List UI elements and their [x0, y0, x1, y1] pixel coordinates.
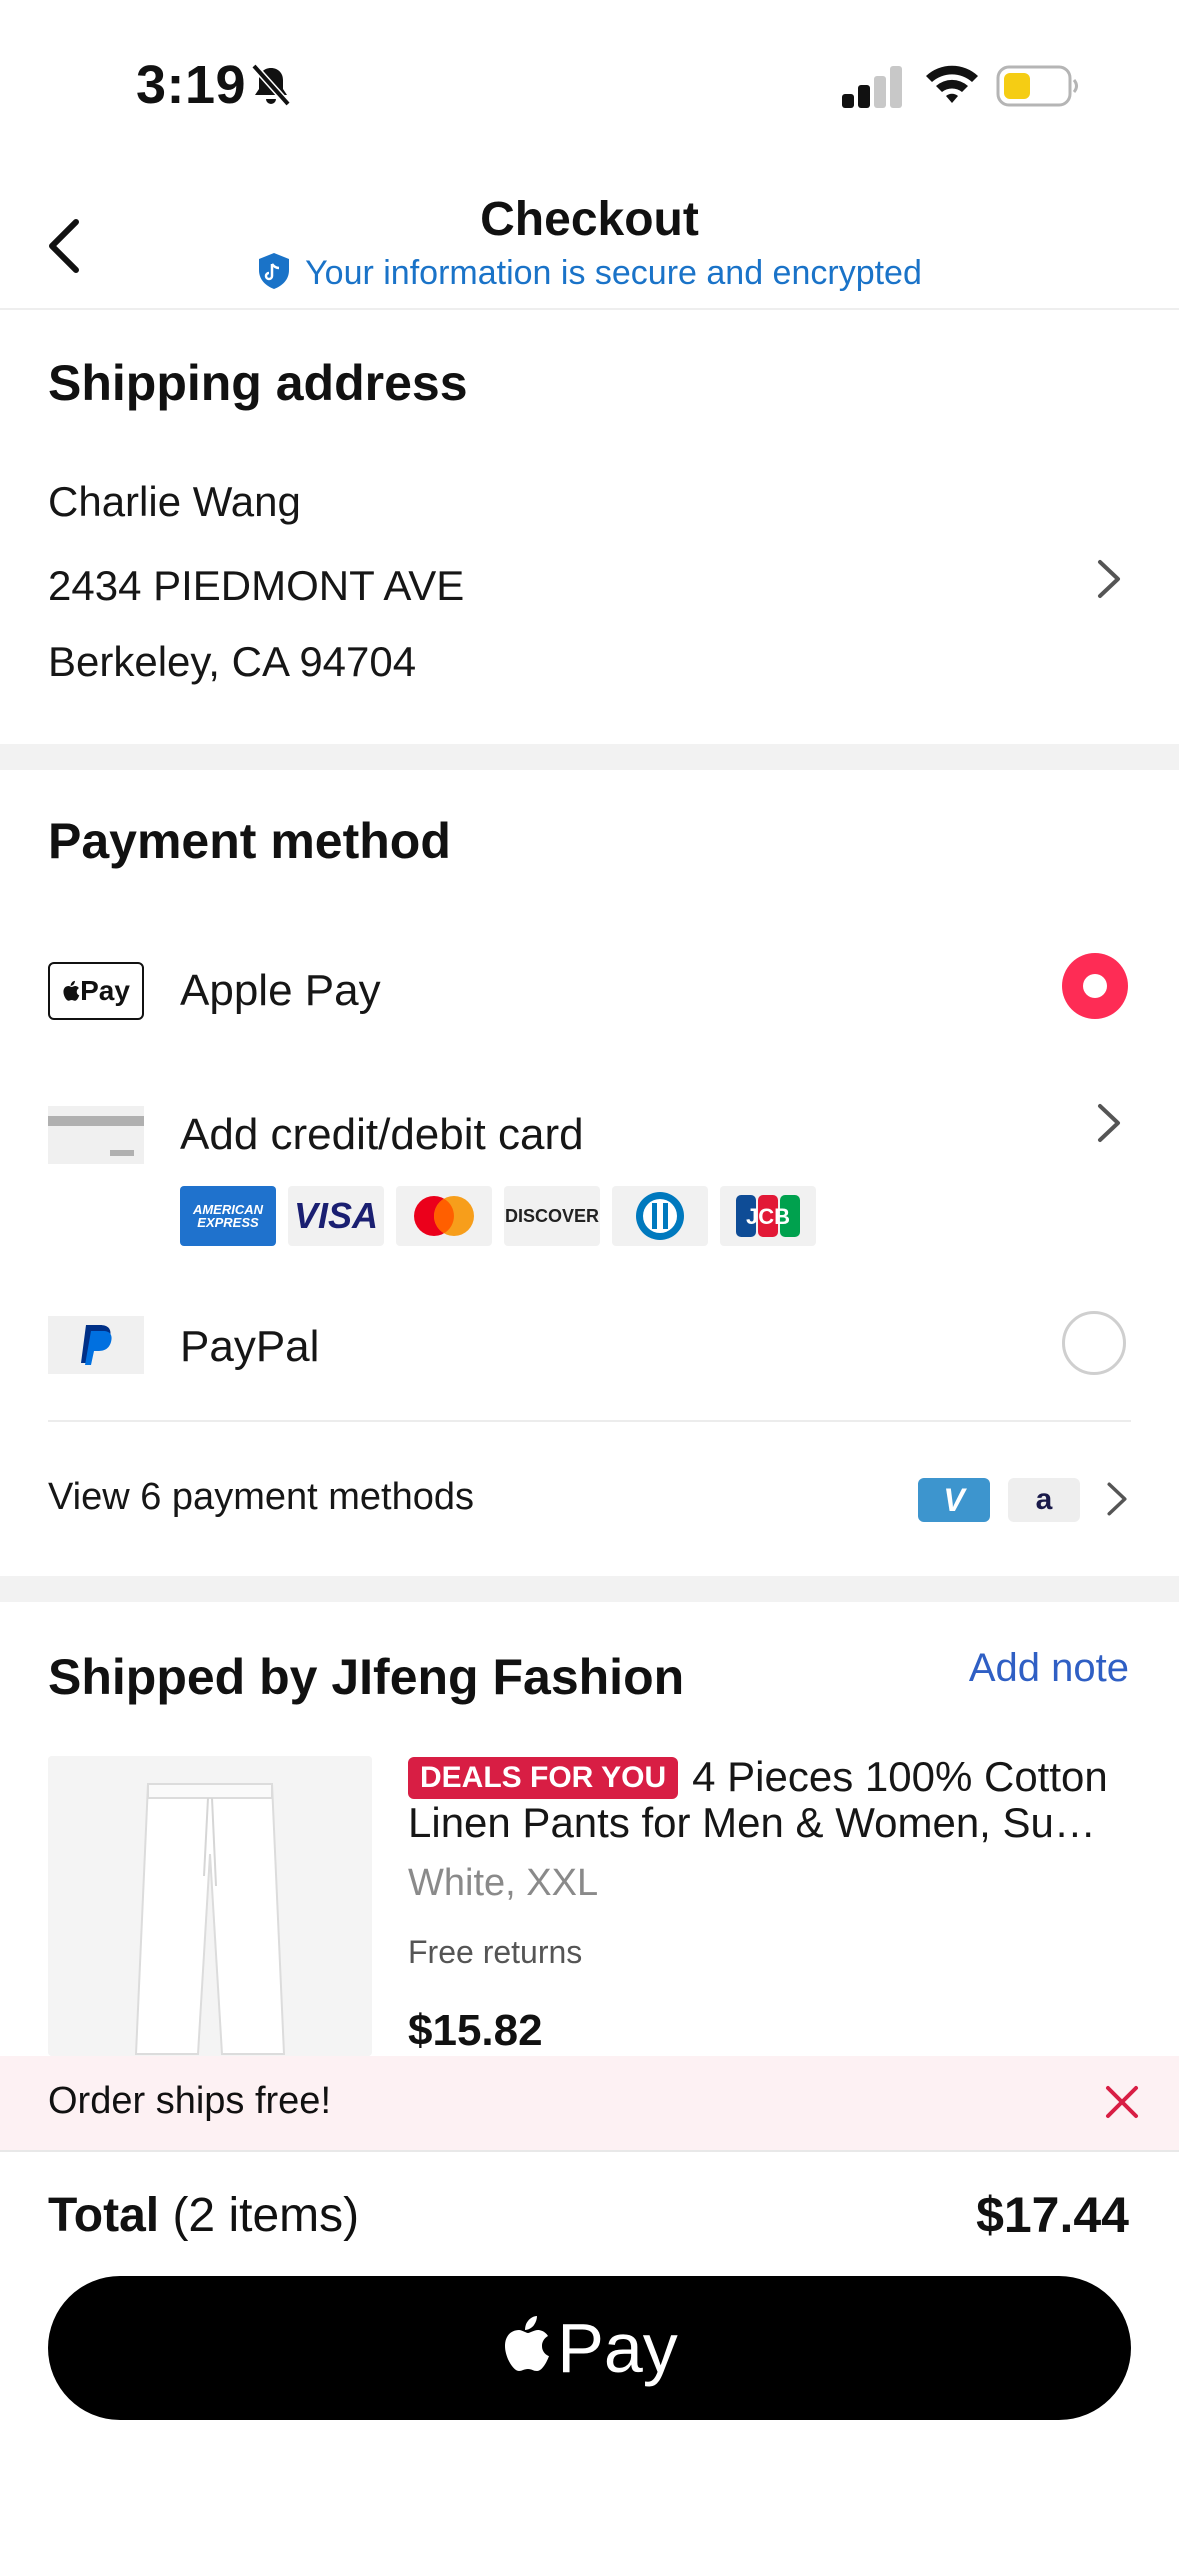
secure-text: Your information is secure and encrypted — [305, 254, 922, 292]
shield-icon — [259, 253, 290, 289]
wifi-icon — [926, 65, 978, 103]
credit-card-icon — [48, 1106, 144, 1164]
total-amount: $17.44 — [976, 2187, 1129, 2243]
diners-logo — [612, 1186, 708, 1246]
apple-pay-button[interactable]: Pay — [48, 2276, 1131, 2420]
deal-badge: DEALS FOR YOU — [408, 1757, 679, 1799]
visa-logo: VISA — [288, 1186, 384, 1246]
paypal-icon — [81, 1325, 112, 1365]
add-card-label: Add credit/debit card — [180, 1110, 584, 1159]
apple-icon — [505, 2316, 550, 2371]
free-returns-label: Free returns — [408, 1934, 583, 1970]
product-variant: White, XXL — [408, 1862, 599, 1904]
divider — [48, 1420, 1131, 1422]
total-word: Total — [48, 2189, 160, 2242]
apple-pay-logo: Pay — [48, 962, 144, 1020]
apple-pay-logo-text: Pay — [80, 975, 130, 1006]
diners-club-icon — [636, 1192, 684, 1240]
chevron-right-icon[interactable] — [1104, 1478, 1130, 1520]
affirm-text: a — [1035, 1483, 1053, 1516]
secure-notice: Your information is secure and encrypted — [0, 252, 1179, 293]
section-divider — [0, 744, 1179, 770]
paypal-label: PayPal — [180, 1322, 320, 1371]
recipient-name: Charlie Wang — [48, 478, 301, 525]
page-title: Checkout — [480, 193, 699, 246]
card-brand-logos: AMERICAN EXPRESS VISA DISCOVER JCB — [180, 1186, 816, 1246]
view-payment-methods-label: View 6 payment methods — [48, 1476, 474, 1518]
address-city: Berkeley, CA 94704 — [48, 638, 417, 685]
seller-title: Shipped by JIfeng Fashion — [48, 1649, 685, 1705]
checkout-footer: Total (2 items) $17.44 Pay — [0, 2150, 1179, 2556]
chevron-right-icon[interactable] — [1094, 556, 1124, 602]
close-icon[interactable] — [1104, 2084, 1140, 2120]
checkout-header: Checkout Your information is secure and … — [0, 170, 1179, 310]
section-divider — [0, 1576, 1179, 1602]
apple-icon — [63, 980, 80, 1001]
paypal-radio[interactable] — [1062, 1311, 1126, 1375]
total-label: Total (2 items) — [48, 2188, 359, 2243]
apple-pay-radio[interactable] — [1062, 953, 1128, 1019]
paypal-logo — [48, 1316, 144, 1374]
payment-title: Payment method — [48, 813, 451, 869]
mastercard-logo — [396, 1186, 492, 1246]
address-street: 2434 PIEDMONT AVE — [48, 562, 465, 609]
product-image — [48, 1756, 372, 2056]
ships-free-text: Order ships free! — [48, 2080, 331, 2122]
product-price: $15.82 — [408, 2006, 543, 2055]
cellular-signal-icon — [842, 66, 902, 108]
jcb-logo: JCB — [720, 1186, 816, 1246]
jcb-text: JCB — [746, 1204, 790, 1229]
jcb-blocks-icon: JCB — [736, 1195, 800, 1237]
bell-muted-icon — [251, 63, 291, 107]
status-time: 3:19 — [136, 55, 247, 115]
add-note-link[interactable]: Add note — [969, 1646, 1129, 1691]
product-title: DEALS FOR YOU 4 Pieces 100% Cotton Linen … — [408, 1754, 1138, 1846]
apple-pay-label: Apple Pay — [180, 966, 381, 1015]
ships-free-banner: Order ships free! — [0, 2056, 1179, 2150]
status-bar: 3:19 — [0, 0, 1179, 170]
battery-icon — [996, 65, 1078, 107]
discover-logo: DISCOVER — [504, 1186, 600, 1246]
mastercard-circles-icon — [414, 1196, 474, 1236]
items-count: (2 items) — [172, 2189, 360, 2242]
pants-image — [48, 1756, 372, 2056]
apple-pay-button-label: Pay — [557, 2309, 678, 2387]
chevron-right-icon[interactable] — [1094, 1100, 1124, 1146]
affirm-logo: a — [1008, 1478, 1080, 1522]
shipping-title: Shipping address — [48, 355, 468, 411]
amex-logo: AMERICAN EXPRESS — [180, 1186, 276, 1246]
venmo-logo: V — [918, 1478, 990, 1522]
